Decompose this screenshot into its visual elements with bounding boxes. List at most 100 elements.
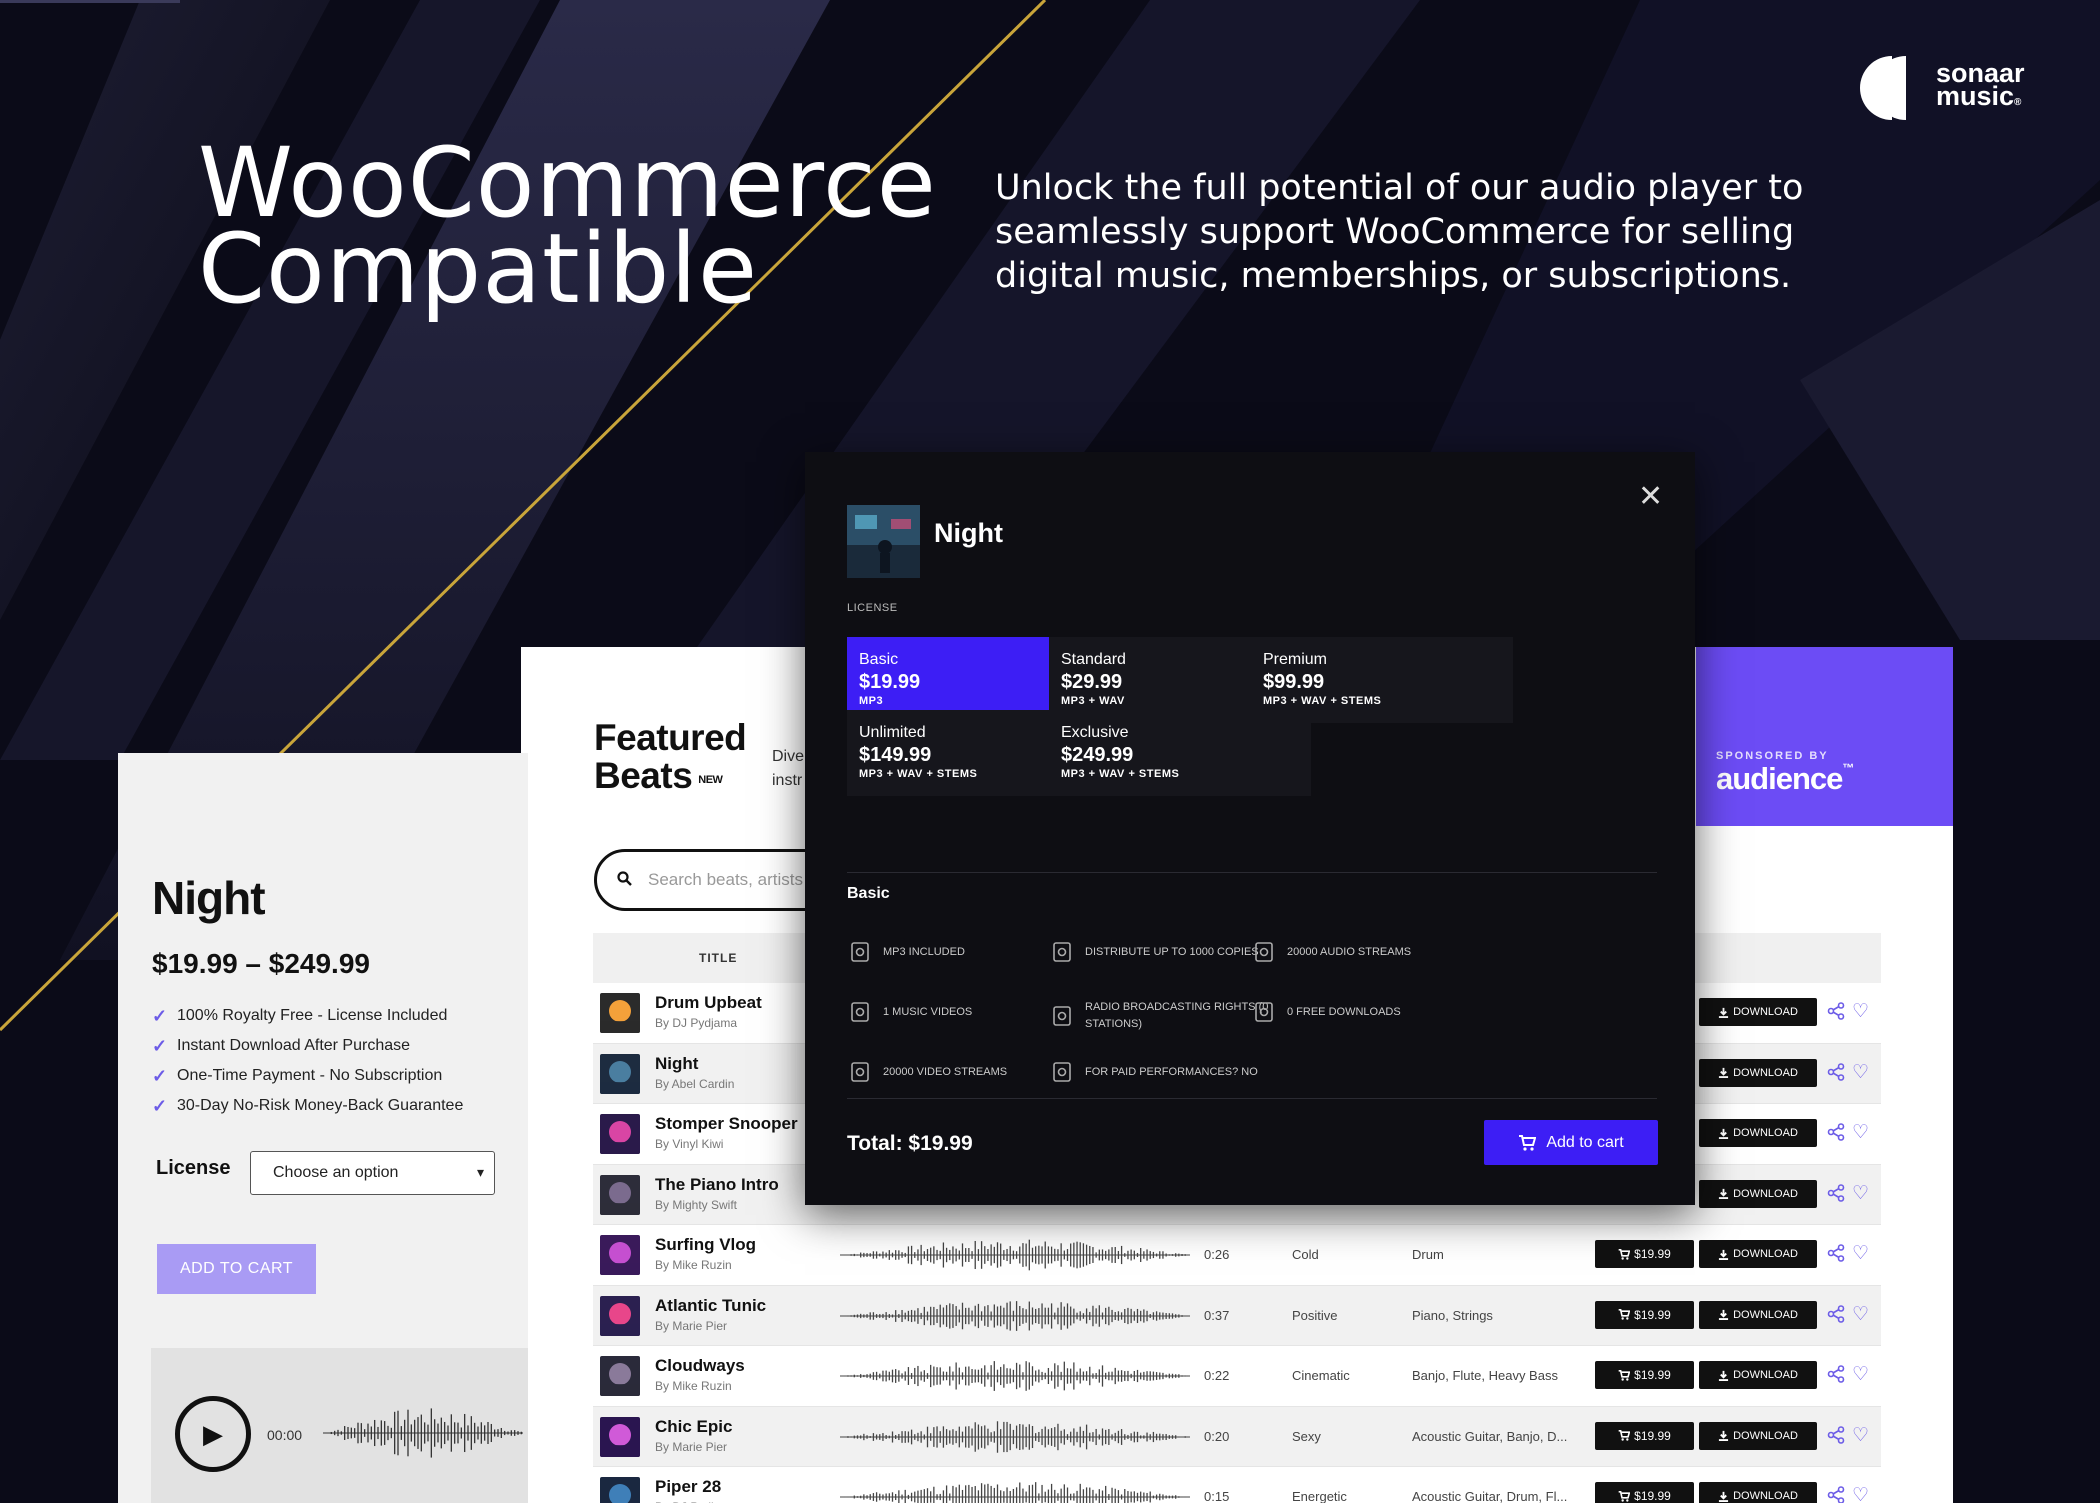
- share-icon[interactable]: [1827, 1365, 1845, 1383]
- featured-title-line1: Featured: [594, 717, 747, 758]
- heart-icon[interactable]: ♡: [1852, 1242, 1869, 1265]
- download-button[interactable]: DOWNLOAD: [1699, 1482, 1817, 1503]
- heart-icon[interactable]: ♡: [1852, 1182, 1869, 1205]
- sponsor-name: audience: [1716, 761, 1843, 796]
- download-button[interactable]: DOWNLOAD: [1699, 1361, 1817, 1389]
- check-icon: ✓: [152, 1035, 168, 1056]
- track-artist[interactable]: By Mike Ruzin: [655, 1379, 732, 1393]
- add-to-cart-button[interactable]: ADD TO CART: [157, 1244, 316, 1294]
- buy-button[interactable]: $19.99: [1595, 1482, 1694, 1503]
- track-mood: Sexy: [1292, 1428, 1321, 1444]
- track-artist[interactable]: By Vinyl Kiwi: [655, 1137, 723, 1151]
- download-button[interactable]: DOWNLOAD: [1699, 1240, 1817, 1268]
- track-artist[interactable]: By Marie Pier: [655, 1440, 727, 1454]
- download-button[interactable]: DOWNLOAD: [1699, 1179, 1817, 1208]
- track-name[interactable]: Stomper Snooper: [655, 1114, 798, 1134]
- player-waveform[interactable]: [323, 1408, 523, 1458]
- license-option-name: Premium: [1263, 651, 1328, 668]
- sponsor-banner[interactable]: SPONSORED BY audience™: [1696, 647, 1953, 826]
- track-name[interactable]: Piper 28: [655, 1477, 721, 1497]
- track-name[interactable]: The Piano Intro: [655, 1175, 779, 1195]
- share-icon[interactable]: [1827, 1304, 1845, 1323]
- heart-icon[interactable]: ♡: [1852, 1121, 1869, 1144]
- buy-button[interactable]: $19.99: [1595, 1240, 1694, 1268]
- license-select-value: Choose an option: [273, 1164, 399, 1181]
- heart-icon[interactable]: ♡: [1852, 1000, 1869, 1023]
- track-artist[interactable]: By Mike Ruzin: [655, 1258, 732, 1272]
- track-waveform[interactable]: [840, 1420, 1190, 1453]
- share-icon[interactable]: [1827, 1486, 1845, 1503]
- track-waveform[interactable]: [840, 1481, 1190, 1503]
- track-artwork: [600, 1235, 640, 1275]
- search-icon: [617, 870, 632, 890]
- player-time: 00:00: [267, 1427, 303, 1443]
- heart-icon[interactable]: ♡: [1852, 1363, 1869, 1386]
- buy-button[interactable]: $19.99: [1595, 1421, 1694, 1450]
- license-option-exclusive[interactable]: Exclusive $249.99 MP3 + WAV + STEMS: [1049, 710, 1311, 796]
- featured-title-line2: Beats: [594, 755, 693, 796]
- table-row[interactable]: Chic Epic By Marie Pier 0:20 Sexy Acoustic G…: [593, 1406, 1881, 1467]
- track-artist[interactable]: By Marie Pier: [655, 1319, 727, 1333]
- product-card: Night $19.99 – $249.99 ✓ 100% Royalty Fre…: [118, 753, 528, 1503]
- track-artwork: [600, 1295, 640, 1336]
- license-heading: LICENSE: [847, 602, 898, 614]
- track-name[interactable]: Atlantic Tunic: [655, 1296, 766, 1316]
- license-feature: FOR PAID PERFORMANCES? NO: [1049, 1059, 1289, 1085]
- share-icon[interactable]: [1827, 1062, 1845, 1081]
- track-name[interactable]: Chic Epic: [655, 1417, 732, 1437]
- buy-button[interactable]: $19.99: [1595, 1361, 1694, 1389]
- track-mood: Cold: [1292, 1247, 1319, 1262]
- track-artist[interactable]: By Abel Cardin: [655, 1077, 734, 1091]
- download-button[interactable]: DOWNLOAD: [1699, 1421, 1817, 1450]
- heart-icon[interactable]: ♡: [1852, 1303, 1869, 1326]
- track-name[interactable]: Night: [655, 1054, 698, 1074]
- download-button[interactable]: DOWNLOAD: [1699, 1058, 1817, 1087]
- share-icon[interactable]: [1827, 1425, 1845, 1444]
- license-label: License: [156, 1157, 231, 1179]
- cart-icon: [1618, 1369, 1631, 1381]
- track-artwork: [600, 1416, 640, 1457]
- track-instruments: Piano, Strings: [1412, 1307, 1493, 1323]
- license-select[interactable]: Choose an option ▾: [250, 1151, 495, 1195]
- table-row[interactable]: Surfing Vlog By Mike Ruzin 0:26 Cold Drum $19…: [593, 1225, 1881, 1286]
- license-modal: ✕ Night LICENSE Basic $19.99 MP3 Standard…: [805, 452, 1695, 1205]
- audio-player: ▶ 00:00: [151, 1348, 528, 1503]
- license-feature: 0 FREE DOWNLOADS: [1251, 999, 1491, 1025]
- share-icon[interactable]: [1827, 1123, 1845, 1141]
- download-button[interactable]: DOWNLOAD: [1699, 1119, 1817, 1147]
- download-button[interactable]: DOWNLOAD: [1699, 998, 1817, 1026]
- track-artist[interactable]: By DJ Pydjama: [655, 1016, 737, 1030]
- heart-icon[interactable]: ♡: [1852, 1424, 1869, 1447]
- modal-add-to-cart-label: Add to cart: [1546, 1133, 1624, 1151]
- download-icon: [1719, 1430, 1729, 1441]
- heart-icon[interactable]: ♡: [1852, 1061, 1869, 1084]
- sponsor-logo: audience™: [1716, 761, 1854, 797]
- download-button[interactable]: DOWNLOAD: [1699, 1300, 1817, 1329]
- download-icon: [1719, 1491, 1729, 1502]
- sponsor-tm: ™: [1842, 761, 1854, 775]
- table-row[interactable]: Atlantic Tunic By Marie Pier 0:37 Positive P…: [593, 1285, 1881, 1346]
- track-name[interactable]: Cloudways: [655, 1356, 745, 1376]
- track-waveform[interactable]: [840, 1239, 1190, 1271]
- check-icon: ✓: [152, 1005, 168, 1026]
- license-feature: 20000 AUDIO STREAMS: [1251, 939, 1491, 965]
- modal-add-to-cart-button[interactable]: Add to cart: [1484, 1120, 1658, 1165]
- hero-subtitle: Unlock the full potential of our audio p…: [995, 168, 1804, 296]
- track-artwork: [600, 1477, 640, 1503]
- track-name[interactable]: Drum Upbeat: [655, 993, 762, 1013]
- sonaar-logo-icon: [1860, 56, 1906, 120]
- track-waveform[interactable]: [840, 1360, 1190, 1392]
- share-icon[interactable]: [1827, 1244, 1845, 1262]
- buy-button[interactable]: $19.99: [1595, 1300, 1694, 1329]
- share-icon[interactable]: [1827, 1183, 1845, 1202]
- track-name[interactable]: Surfing Vlog: [655, 1235, 756, 1255]
- table-row[interactable]: Piper 28By DJ Pydjama0:15EnergeticAcoust…: [593, 1467, 1881, 1503]
- heart-icon[interactable]: ♡: [1852, 1484, 1869, 1503]
- track-artist[interactable]: By Mighty Swift: [655, 1198, 737, 1212]
- close-icon[interactable]: ✕: [1638, 482, 1663, 512]
- play-button[interactable]: ▶: [175, 1396, 251, 1472]
- share-icon[interactable]: [1827, 1002, 1845, 1020]
- table-row[interactable]: Cloudways By Mike Ruzin 0:22 Cinematic Banjo…: [593, 1346, 1881, 1407]
- sonaar-logo: sonaar music®: [1858, 52, 2044, 124]
- track-waveform[interactable]: [840, 1300, 1190, 1332]
